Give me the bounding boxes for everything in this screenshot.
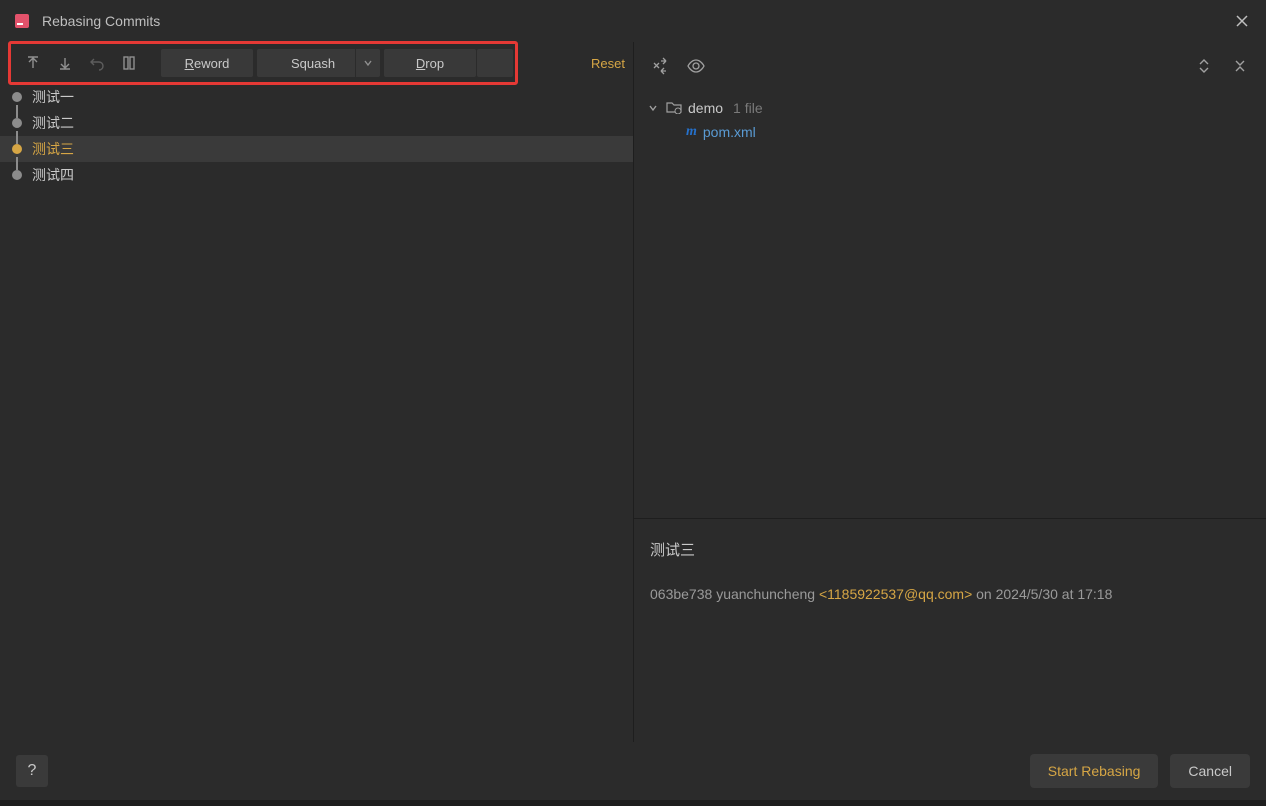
commit-label: 测试一 — [32, 87, 74, 107]
drop-mnemonic: D — [416, 56, 425, 71]
commit-details: 测试三 063be738 yuanchuncheng <1185922537@q… — [634, 518, 1266, 742]
collapse-icon[interactable] — [1226, 52, 1254, 80]
commit-hash: 063be738 — [650, 586, 712, 602]
move-up-button[interactable] — [19, 49, 47, 77]
diff-icon[interactable] — [646, 52, 674, 80]
highlight-box: Reword Squash — [8, 41, 518, 85]
reword-button[interactable]: Reword — [161, 49, 253, 77]
toolbar-wrapper: Reword Squash — [0, 36, 526, 90]
squash-dropdown[interactable] — [356, 49, 380, 77]
commit-list: 测试一 测试二 测试三 — [0, 84, 633, 742]
file-name: pom.xml — [703, 124, 756, 140]
preview-icon[interactable] — [682, 52, 710, 80]
right-panel: demo 1 file m pom.xml 测试三 063be738 yuanc… — [634, 42, 1266, 742]
reword-mnemonic: R — [185, 56, 194, 71]
graph-col — [12, 144, 22, 154]
file-count: 1 file — [733, 100, 763, 116]
commit-row[interactable]: 测试四 — [0, 162, 633, 188]
dialog-title: Rebasing Commits — [42, 13, 1220, 29]
reset-link[interactable]: Reset — [591, 56, 633, 71]
commit-row[interactable]: 测试三 — [0, 136, 633, 162]
commit-dot-icon — [12, 144, 22, 154]
commit-row[interactable]: 测试二 — [0, 110, 633, 136]
folder-name: demo — [688, 100, 723, 116]
help-button[interactable]: ? — [16, 755, 48, 787]
right-toolbar — [634, 42, 1266, 90]
left-panel: Reword Squash — [0, 42, 634, 742]
graph-line — [16, 157, 18, 170]
squash-split-button: Squash — [257, 49, 380, 77]
close-button[interactable] — [1232, 11, 1252, 31]
undo-button[interactable] — [83, 49, 111, 77]
graph-line — [16, 131, 18, 144]
graph-line — [16, 105, 18, 118]
commit-label: 测试二 — [32, 113, 74, 133]
tree-file-row[interactable]: m pom.xml — [644, 120, 1256, 144]
tree-folder-row[interactable]: demo 1 file — [644, 96, 1256, 120]
commit-dot-icon — [12, 170, 22, 180]
toolbar: Reword Squash — [13, 47, 513, 79]
commit-date: 2024/5/30 at 17:18 — [996, 586, 1113, 602]
drop-rest: rop — [425, 56, 444, 71]
commit-row[interactable]: 测试一 — [0, 84, 633, 110]
gutter — [0, 800, 1266, 806]
toolbar-row: Reword Squash — [0, 42, 633, 84]
drop-button[interactable]: Drop — [384, 49, 476, 77]
graph-col — [12, 92, 22, 102]
rebasing-dialog: Rebasing Commits — [0, 0, 1266, 806]
commit-author: yuanchuncheng — [716, 586, 815, 602]
commit-label: 测试四 — [32, 165, 74, 185]
reword-rest: eword — [194, 56, 229, 71]
start-rebasing-button[interactable]: Start Rebasing — [1030, 754, 1159, 788]
app-icon — [14, 13, 30, 29]
main-content: Reword Squash — [0, 42, 1266, 742]
squash-button[interactable]: Squash — [257, 49, 355, 77]
graph-col — [12, 118, 22, 128]
file-tree: demo 1 file m pom.xml — [634, 90, 1266, 518]
footer: ? Start Rebasing Cancel — [0, 742, 1266, 800]
pause-icon[interactable] — [115, 49, 143, 77]
commit-email: <1185922537@qq.com> — [819, 586, 972, 602]
on-text: on — [976, 586, 995, 602]
chevron-down-icon — [648, 101, 660, 116]
detail-meta: 063be738 yuanchuncheng <1185922537@qq.co… — [650, 586, 1250, 602]
commit-label: 测试三 — [32, 139, 74, 159]
maven-icon: m — [686, 124, 697, 140]
cancel-button[interactable]: Cancel — [1170, 754, 1250, 788]
squash-rest: quash — [300, 56, 335, 71]
folder-icon — [666, 100, 682, 117]
commit-dot-icon — [12, 92, 22, 102]
expand-icon[interactable] — [1190, 52, 1218, 80]
commit-dot-icon — [12, 118, 22, 128]
squash-mnemonic: S — [291, 56, 300, 71]
detail-title: 测试三 — [650, 539, 1250, 560]
move-down-button[interactable] — [51, 49, 79, 77]
graph-col — [12, 170, 22, 180]
drop-split-button: Drop — [384, 49, 513, 77]
drop-extra[interactable] — [477, 49, 513, 77]
